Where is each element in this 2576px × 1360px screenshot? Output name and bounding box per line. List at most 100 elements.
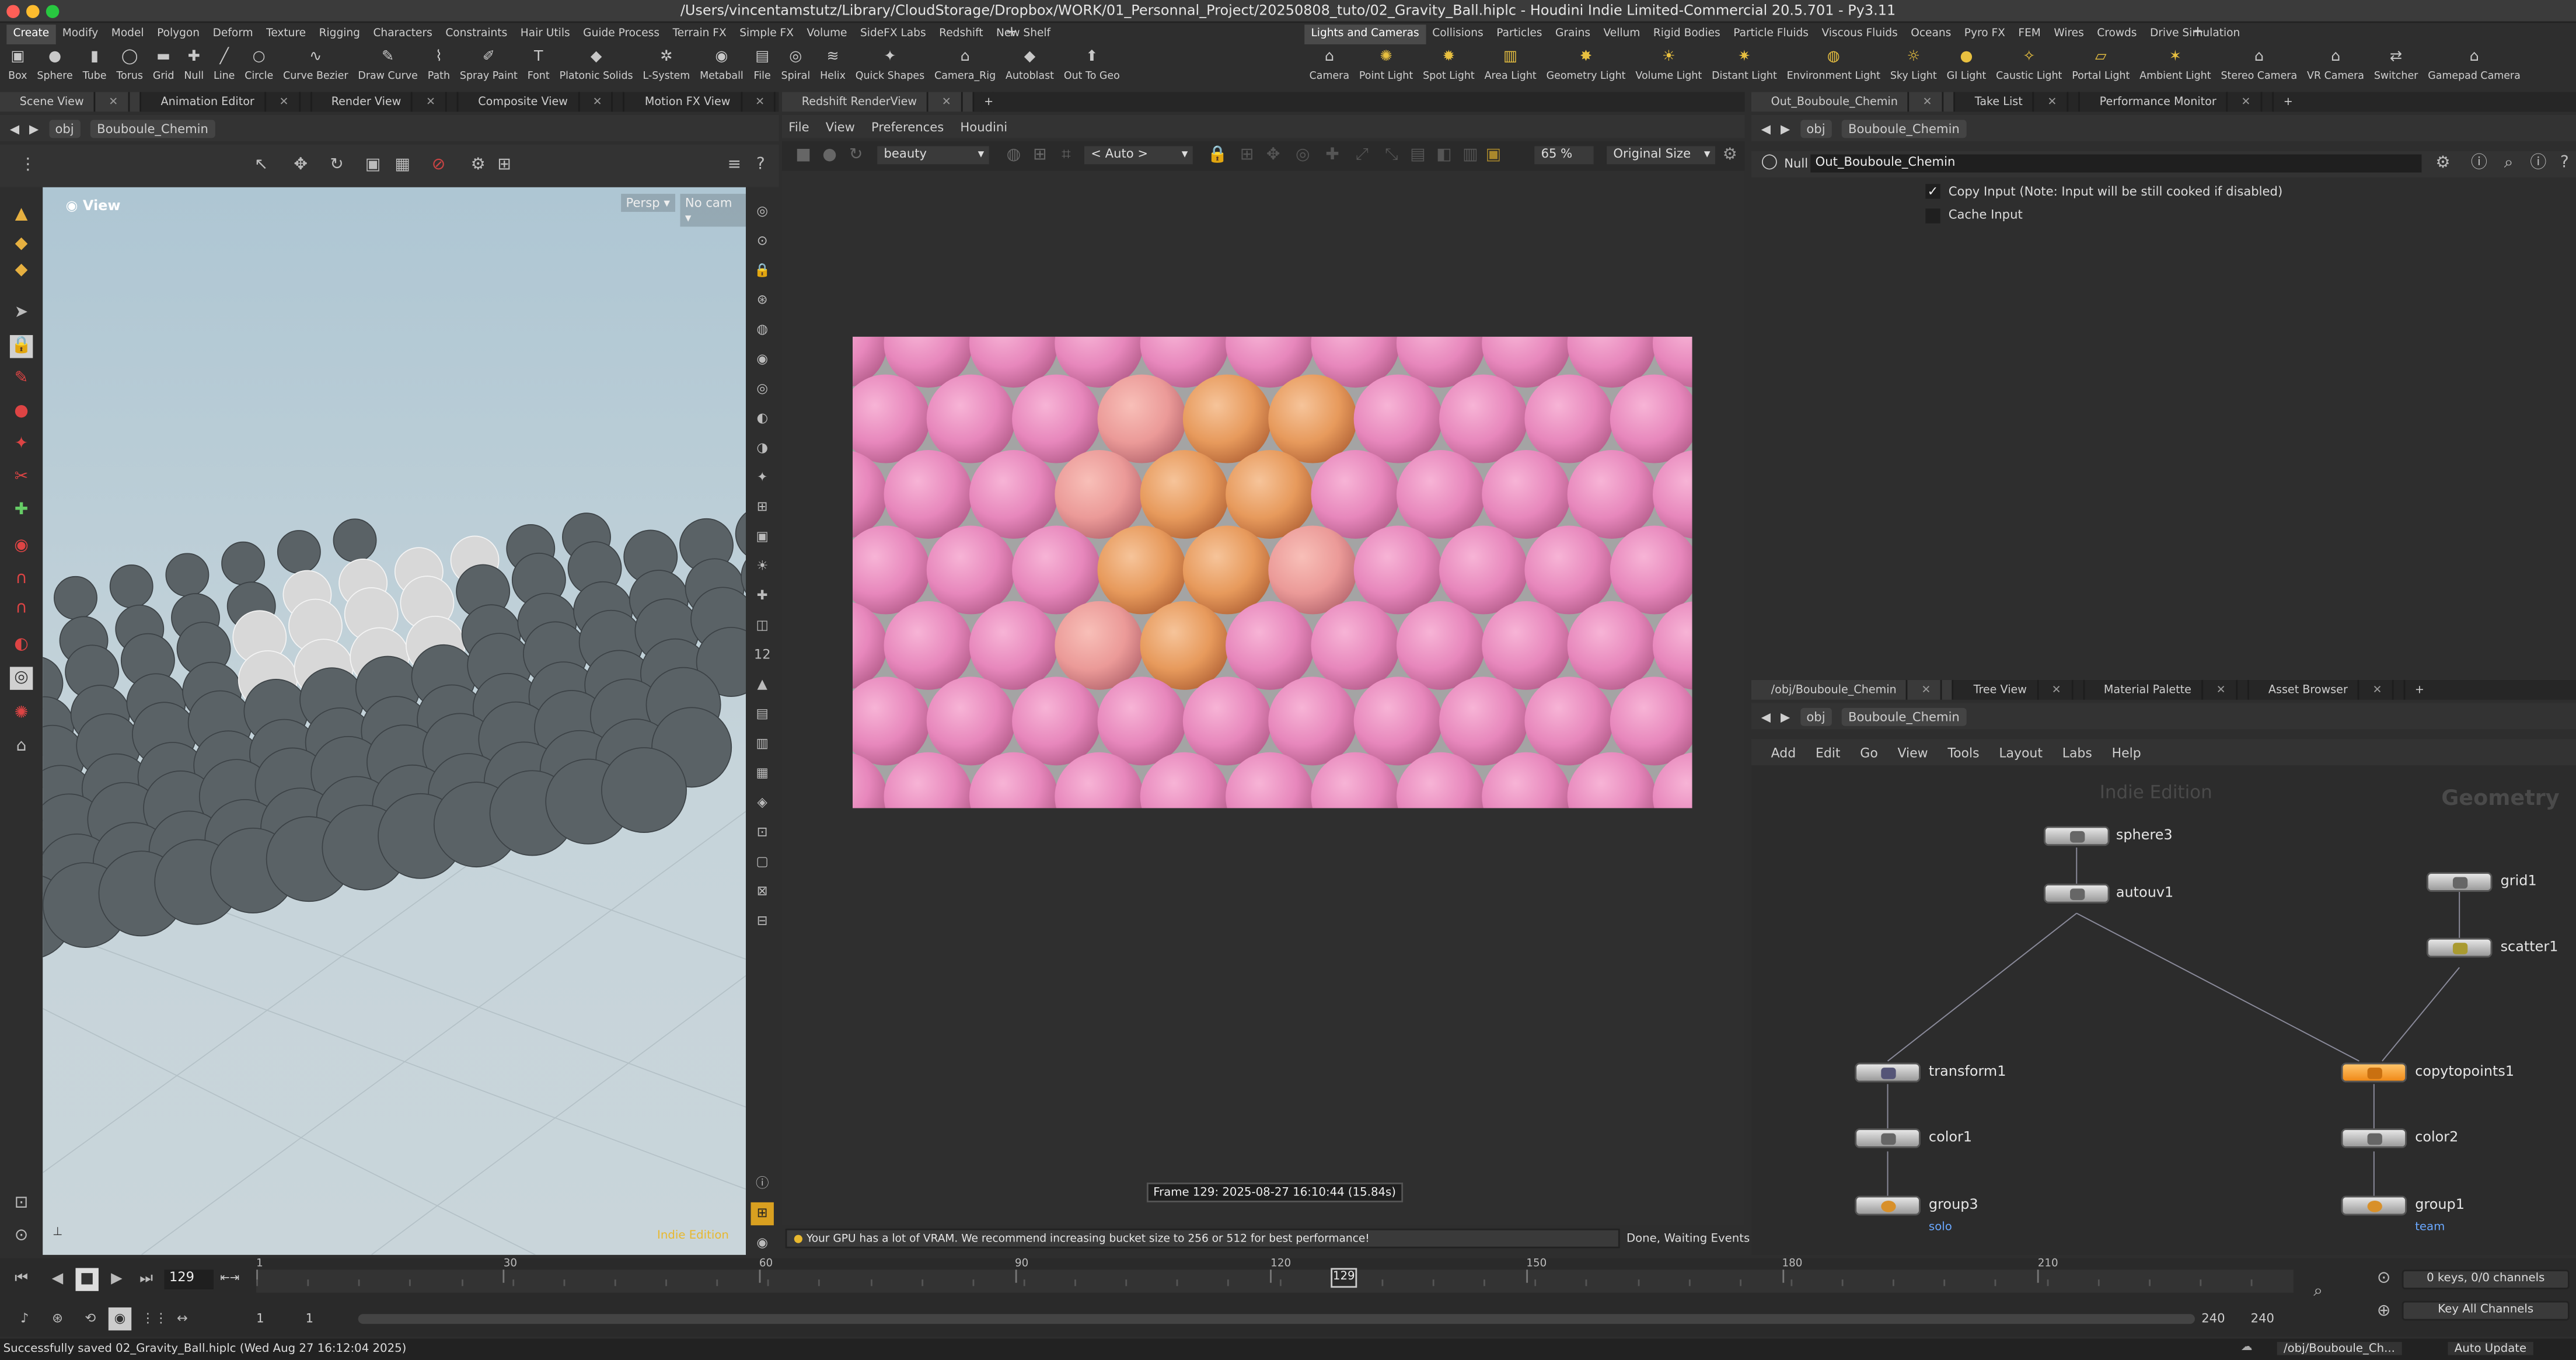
display-tool-icon[interactable]: ⊠ — [751, 880, 774, 903]
shelf-tab-crowds[interactable]: Crowds — [2090, 25, 2144, 44]
scale-icon[interactable]: ▣ — [361, 155, 384, 177]
display-tool-icon[interactable]: ⊡ — [751, 821, 774, 844]
shelf-tab-create[interactable]: Create — [6, 25, 56, 44]
display-tool-icon[interactable]: ▢ — [751, 851, 774, 874]
node-autouv1[interactable] — [2043, 883, 2110, 904]
tool-ambient-light[interactable]: ✶ Ambient Light — [2135, 46, 2216, 92]
move-icon[interactable]: ✥ — [289, 155, 312, 177]
shelf-tab-texture[interactable]: Texture — [260, 25, 312, 44]
step-icon[interactable]: ⇤⇥ — [220, 1271, 239, 1285]
tab-asset-browser[interactable]: Asset Browser ✕ — [2249, 679, 2405, 700]
select-tool-icon[interactable]: ▲ — [10, 204, 33, 226]
close-tab-icon[interactable]: ✕ — [579, 92, 614, 112]
tab-scene-view[interactable]: Scene View ✕ — [0, 92, 141, 112]
camera-select[interactable]: < Auto > ▾ — [1084, 146, 1193, 165]
render-canvas[interactable]: Frame 129: 2025-08-27 16:10:44 (15.84s) — [781, 170, 1745, 1226]
tool-torus[interactable]: ◯ Torus — [111, 46, 148, 92]
render-menu-file[interactable]: File — [788, 119, 809, 134]
shelf-tab-hair-utils[interactable]: Hair Utils — [514, 25, 577, 44]
cache-input-checkbox[interactable] — [1925, 208, 1940, 224]
shelf-tab-constraints[interactable]: Constraints — [439, 25, 514, 44]
node-color2[interactable] — [2341, 1128, 2407, 1148]
net-menu-view[interactable]: View — [1898, 745, 1928, 759]
render-lock-icon[interactable]: 🔒 — [1206, 145, 1228, 168]
net-back-icon[interactable]: ◀ — [1761, 709, 1771, 723]
tool-platonic-solids[interactable]: ◆ Platonic Solids — [554, 46, 638, 92]
key-all-channels-button[interactable]: Key All Channels — [2402, 1300, 2570, 1321]
net-path-node[interactable]: Bouboule_Chemin — [1841, 707, 1967, 726]
tool-camera-rig[interactable]: ⌂ Camera_Rig — [930, 46, 1001, 92]
display-tool-icon[interactable]: ◍ — [751, 319, 774, 341]
hide-icon[interactable]: ⊡ — [10, 1192, 33, 1215]
tab-performance-monitor[interactable]: Performance Monitor ✕ — [2080, 92, 2274, 112]
add-tab-icon[interactable]: + — [2274, 92, 2303, 112]
param-search-icon[interactable]: ⌕ — [2497, 153, 2520, 176]
net-menu-add[interactable]: Add — [1771, 745, 1796, 759]
shelf-tab-lights-and-cameras[interactable]: Lights and Cameras — [1304, 25, 1426, 44]
display-tool-icon[interactable]: ✦ — [751, 466, 774, 489]
node-grid1[interactable] — [2426, 872, 2493, 892]
timeline-track[interactable]: 1 30 60 90 120 150 180 210 129 — [256, 1257, 2294, 1293]
info-icon[interactable]: ⓘ — [751, 1173, 774, 1195]
audio-icon[interactable]: ♪ — [13, 1307, 36, 1330]
display-tool-icon[interactable]: ▣ — [751, 525, 774, 548]
keys-info[interactable]: 0 keys, 0/0 channels — [2402, 1270, 2570, 1289]
tab-tree-view[interactable]: Tree View ✕ — [1954, 679, 2085, 700]
display-tool-icon[interactable]: ◫ — [751, 614, 774, 637]
tab-composite-view[interactable]: Composite View ✕ — [459, 92, 626, 112]
play-icon[interactable]: ▶ — [105, 1268, 128, 1291]
shelf-tab-new-shelf[interactable]: New Shelf — [990, 25, 1057, 44]
display-tool-icon[interactable]: ▤ — [751, 703, 774, 726]
display-options-icon[interactable]: ⋮ — [16, 155, 39, 177]
tab-take-list[interactable]: Take List ✕ — [1955, 92, 2080, 112]
node-sphere3[interactable] — [2043, 826, 2110, 846]
fit-icon[interactable]: ⤢ — [1350, 145, 1373, 168]
grid-overlay-icon[interactable]: ⊞ — [1235, 145, 1258, 168]
network-canvas[interactable]: Indie Edition Geometry sphere3 autouv1 g… — [1751, 765, 2576, 1255]
display-tool-icon[interactable]: ◑ — [751, 437, 774, 460]
current-frame-field[interactable]: 129 — [164, 1270, 214, 1289]
scene-viewport[interactable]: ◉ View Persp ▾ No cam ▾ Indie Edition ⊥ — [43, 187, 746, 1255]
shelf-tab-wires[interactable]: Wires — [2047, 25, 2090, 44]
key-icon[interactable]: ⊕ — [2372, 1301, 2395, 1324]
display-tool-icon[interactable]: ◎ — [751, 200, 774, 223]
tool-gamepad-camera[interactable]: ⌂ Gamepad Camera — [2423, 46, 2525, 92]
node-transform1[interactable] — [1855, 1062, 1921, 1083]
stop-icon[interactable]: ■ — [75, 1268, 99, 1291]
record-icon[interactable]: ⊘ — [427, 155, 450, 177]
param-about-icon[interactable]: ⓘ — [2527, 153, 2550, 176]
tab-obj-bouboule-chemin[interactable]: /obj/Bouboule_Chemin ✕ — [1751, 679, 1954, 700]
param-help-icon[interactable]: ? — [2553, 153, 2576, 176]
tool-curve-bezier[interactable]: ∿ Curve Bezier — [278, 46, 353, 92]
snap-icon[interactable]: ⚙ — [466, 155, 489, 177]
tool-geometry-light[interactable]: ✸ Geometry Light — [1541, 46, 1631, 92]
add-shelf-icon[interactable]: + — [1006, 25, 1018, 41]
shelf-tab-deform[interactable]: Deform — [206, 25, 260, 44]
tab-animation-editor[interactable]: Animation Editor ✕ — [141, 92, 312, 112]
net-menu-tools[interactable]: Tools — [1947, 745, 1979, 759]
tool-line[interactable]: ╱ Line — [209, 46, 240, 92]
tool-helix[interactable]: ≋ Helix — [815, 46, 851, 92]
shelf-tab-rigid-bodies[interactable]: Rigid Bodies — [1647, 25, 1727, 44]
tab-redshift-renderview[interactable]: Redshift RenderView ✕ — [781, 92, 975, 112]
path-obj[interactable]: obj — [48, 119, 81, 137]
snapshot-save-icon[interactable]: ▣ — [1482, 145, 1505, 168]
tool-distant-light[interactable]: ✷ Distant Light — [1707, 46, 1782, 92]
tool-metaball[interactable]: ◉ Metaball — [695, 46, 749, 92]
param-info-icon[interactable]: ⓘ — [2467, 153, 2490, 176]
help-icon[interactable]: ? — [749, 155, 772, 177]
render-stop-icon[interactable]: ■ — [792, 145, 815, 168]
handle-icon[interactable]: ◐ — [10, 634, 33, 657]
view-tool-icon[interactable]: ◎ — [9, 667, 33, 690]
status-path[interactable]: /obj/Bouboule_Ch... — [2277, 1342, 2402, 1355]
close-tab-icon[interactable]: ✕ — [2202, 679, 2238, 700]
tool-spot-light[interactable]: ✹ Spot Light — [1418, 46, 1480, 92]
tool-spray-paint[interactable]: ✐ Spray Paint — [455, 46, 522, 92]
tool-file[interactable]: ▤ File — [748, 46, 776, 92]
persp-menu[interactable]: Persp ▾ — [621, 194, 675, 212]
add-tab-icon[interactable]: + — [974, 92, 1003, 112]
path-node[interactable]: Bouboule_Chemin — [90, 119, 215, 137]
back-arrow-icon[interactable]: ◀ — [10, 121, 19, 135]
close-tab-icon[interactable]: ✕ — [742, 92, 776, 112]
shelf-tab-simple-fx[interactable]: Simple FX — [733, 25, 800, 44]
